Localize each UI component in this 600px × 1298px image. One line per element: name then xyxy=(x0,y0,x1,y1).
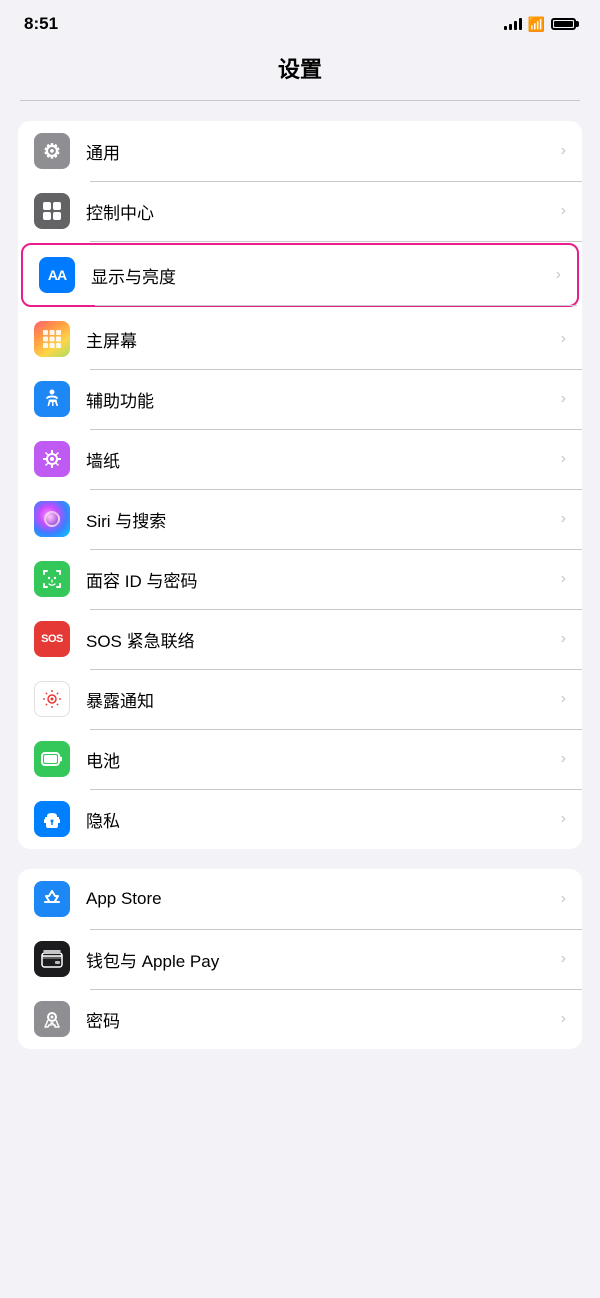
settings-row-display[interactable]: AA 显示与亮度 › xyxy=(21,243,579,307)
accessibility-label: 辅助功能 xyxy=(86,387,561,412)
status-icons: 📶 xyxy=(504,16,576,33)
page-title-bar: 设置 xyxy=(0,44,600,100)
settings-row-accessibility[interactable]: 辅助功能 › xyxy=(18,369,582,429)
battery-settings-icon xyxy=(34,741,70,777)
privacy-label: 隐私 xyxy=(86,807,561,832)
settings-group-2: App Store › 钱包与 Apple Pay › 密码 › xyxy=(18,869,582,1049)
general-chevron: › xyxy=(561,142,566,160)
privacy-icon xyxy=(34,801,70,837)
accessibility-chevron: › xyxy=(561,390,566,408)
section-divider xyxy=(20,100,580,101)
faceid-icon xyxy=(34,561,70,597)
settings-row-control-center[interactable]: 控制中心 › xyxy=(18,181,582,241)
settings-row-wallet[interactable]: 钱包与 Apple Pay › xyxy=(18,929,582,989)
bottom-bar xyxy=(0,1069,600,1099)
wifi-icon: 📶 xyxy=(528,16,545,33)
faceid-chevron: › xyxy=(561,570,566,588)
settings-row-sos[interactable]: SOS SOS 紧急联络 › xyxy=(18,609,582,669)
appstore-label: App Store xyxy=(86,889,561,909)
exposure-chevron: › xyxy=(561,690,566,708)
siri-chevron: › xyxy=(561,510,566,528)
battery-chevron: › xyxy=(561,750,566,768)
home-screen-chevron: › xyxy=(561,330,566,348)
settings-group-1: ⚙ 通用 › 控制中心 › AA 显示与亮度 › xyxy=(18,121,582,849)
settings-row-wallpaper[interactable]: 墙纸 › xyxy=(18,429,582,489)
wallet-chevron: › xyxy=(561,950,566,968)
password-chevron: › xyxy=(561,1010,566,1028)
exposure-icon xyxy=(34,681,70,717)
settings-row-exposure[interactable]: 暴露通知 › xyxy=(18,669,582,729)
settings-row-home-screen[interactable]: 主屏幕 › xyxy=(18,309,582,369)
wallet-label: 钱包与 Apple Pay xyxy=(86,947,561,972)
privacy-chevron: › xyxy=(561,810,566,828)
settings-row-siri[interactable]: Siri 与搜索 › xyxy=(18,489,582,549)
control-center-chevron: › xyxy=(561,202,566,220)
display-icon: AA xyxy=(39,257,75,293)
faceid-label: 面容 ID 与密码 xyxy=(86,567,561,592)
status-time: 8:51 xyxy=(24,14,58,34)
home-screen-label: 主屏幕 xyxy=(86,327,561,352)
settings-row-faceid[interactable]: 面容 ID 与密码 › xyxy=(18,549,582,609)
password-label: 密码 xyxy=(86,1007,561,1032)
sos-label: SOS 紧急联络 xyxy=(86,627,561,652)
settings-row-battery[interactable]: 电池 › xyxy=(18,729,582,789)
settings-row-password[interactable]: 密码 › xyxy=(18,989,582,1049)
siri-icon xyxy=(34,501,70,537)
battery-icon xyxy=(551,18,576,30)
wallpaper-label: 墙纸 xyxy=(86,447,561,472)
wallpaper-chevron: › xyxy=(561,450,566,468)
control-center-label: 控制中心 xyxy=(86,199,561,224)
general-icon: ⚙ xyxy=(34,133,70,169)
general-label: 通用 xyxy=(86,139,561,164)
battery-label: 电池 xyxy=(86,747,561,772)
sos-icon: SOS xyxy=(34,621,70,657)
display-label: 显示与亮度 xyxy=(91,263,556,288)
accessibility-icon xyxy=(34,381,70,417)
home-screen-icon xyxy=(34,321,70,357)
status-bar: 8:51 📶 xyxy=(0,0,600,44)
wallpaper-icon xyxy=(34,441,70,477)
page-title: 设置 xyxy=(278,57,322,82)
signal-icon xyxy=(504,18,522,30)
appstore-chevron: › xyxy=(561,890,566,908)
sos-chevron: › xyxy=(561,630,566,648)
display-chevron: › xyxy=(556,266,561,284)
siri-label: Siri 与搜索 xyxy=(86,507,561,532)
settings-row-general[interactable]: ⚙ 通用 › xyxy=(18,121,582,181)
exposure-label: 暴露通知 xyxy=(86,687,561,712)
control-center-icon xyxy=(34,193,70,229)
appstore-icon xyxy=(34,881,70,917)
wallet-icon xyxy=(34,941,70,977)
password-icon xyxy=(34,1001,70,1037)
settings-row-privacy[interactable]: 隐私 › xyxy=(18,789,582,849)
settings-row-appstore[interactable]: App Store › xyxy=(18,869,582,929)
